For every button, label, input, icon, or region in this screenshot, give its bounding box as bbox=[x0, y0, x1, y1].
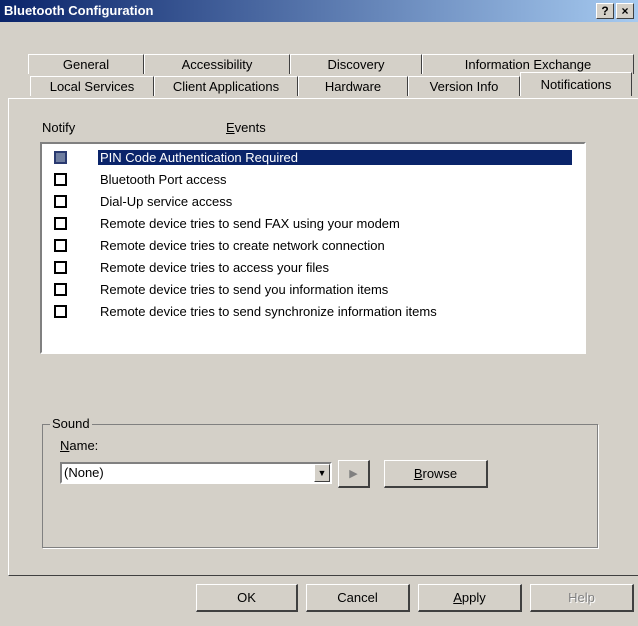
name-label-mnemonic: N bbox=[60, 438, 70, 453]
browse-rest: rowse bbox=[422, 466, 458, 481]
notify-column-header: Notify bbox=[42, 120, 76, 135]
sound-name-value: (None) bbox=[64, 465, 104, 480]
list-item[interactable]: Remote device tries to send you informat… bbox=[42, 280, 582, 302]
name-label-rest: ame: bbox=[69, 438, 99, 453]
sound-group-label: Sound bbox=[50, 416, 92, 431]
event-label: Remote device tries to create network co… bbox=[100, 238, 385, 253]
list-item[interactable]: Dial-Up service access bbox=[42, 192, 582, 214]
cancel-button[interactable]: Cancel bbox=[306, 584, 410, 612]
notify-checkbox[interactable] bbox=[54, 173, 67, 186]
notify-checkbox[interactable] bbox=[54, 195, 67, 208]
title-bar: Bluetooth Configuration ? × bbox=[0, 0, 638, 22]
notify-checkbox[interactable] bbox=[54, 239, 67, 252]
apply-mnemonic: A bbox=[453, 590, 462, 605]
tab-hardware[interactable]: Hardware bbox=[298, 76, 408, 96]
tab-accessibility[interactable]: Accessibility bbox=[144, 54, 290, 74]
apply-rest: pply bbox=[461, 590, 486, 605]
event-label: Remote device tries to access your files bbox=[100, 260, 330, 275]
tab-version-info[interactable]: Version Info bbox=[408, 76, 520, 96]
help-button[interactable]: Help bbox=[530, 584, 634, 612]
list-item[interactable]: Bluetooth Port access bbox=[42, 170, 582, 192]
tab-information-exchange[interactable]: Information Exchange bbox=[422, 54, 634, 74]
play-sound-button[interactable]: ▶ bbox=[338, 460, 370, 488]
window-title: Bluetooth Configuration bbox=[4, 3, 154, 18]
tab-client-applications[interactable]: Client Applications bbox=[154, 76, 298, 96]
apply-button[interactable]: Apply bbox=[418, 584, 522, 612]
event-label: PIN Code Authentication Required bbox=[98, 150, 572, 165]
browse-button[interactable]: Browse bbox=[384, 460, 488, 488]
sound-group bbox=[42, 424, 598, 548]
notify-checkbox[interactable] bbox=[54, 283, 67, 296]
list-item[interactable]: Remote device tries to send synchronize … bbox=[42, 302, 582, 324]
list-item[interactable]: PIN Code Authentication Required bbox=[42, 148, 582, 170]
events-header-rest: vents bbox=[234, 120, 266, 135]
tab-local-services[interactable]: Local Services bbox=[30, 76, 154, 96]
chevron-down-icon[interactable]: ▼ bbox=[314, 464, 330, 482]
tab-notifications[interactable]: Notifications bbox=[520, 72, 632, 96]
tab-general[interactable]: General bbox=[28, 54, 144, 74]
help-icon[interactable]: ? bbox=[596, 3, 614, 19]
events-column-header: Events bbox=[226, 120, 266, 135]
list-item[interactable]: Remote device tries to access your files bbox=[42, 258, 582, 280]
tab-discovery[interactable]: Discovery bbox=[290, 54, 422, 74]
notify-checkbox[interactable] bbox=[54, 305, 67, 318]
event-label: Bluetooth Port access bbox=[100, 172, 227, 187]
list-item[interactable]: Remote device tries to create network co… bbox=[42, 236, 582, 258]
events-list[interactable]: PIN Code Authentication Required Bluetoo… bbox=[40, 142, 586, 354]
notify-checkbox[interactable] bbox=[54, 217, 67, 230]
events-header-mnemonic: E bbox=[226, 120, 235, 135]
sound-name-label: Name: bbox=[60, 438, 98, 453]
event-label: Remote device tries to send FAX using yo… bbox=[100, 216, 400, 231]
event-label: Remote device tries to send you informat… bbox=[100, 282, 389, 297]
event-label: Dial-Up service access bbox=[100, 194, 233, 209]
sound-name-dropdown[interactable]: (None) ▼ bbox=[60, 462, 332, 484]
notify-checkbox[interactable] bbox=[54, 261, 67, 274]
close-icon[interactable]: × bbox=[616, 3, 634, 19]
list-item[interactable]: Remote device tries to send FAX using yo… bbox=[42, 214, 582, 236]
event-label: Remote device tries to send synchronize … bbox=[100, 304, 437, 319]
notify-checkbox[interactable] bbox=[54, 151, 67, 164]
ok-button[interactable]: OK bbox=[196, 584, 298, 612]
